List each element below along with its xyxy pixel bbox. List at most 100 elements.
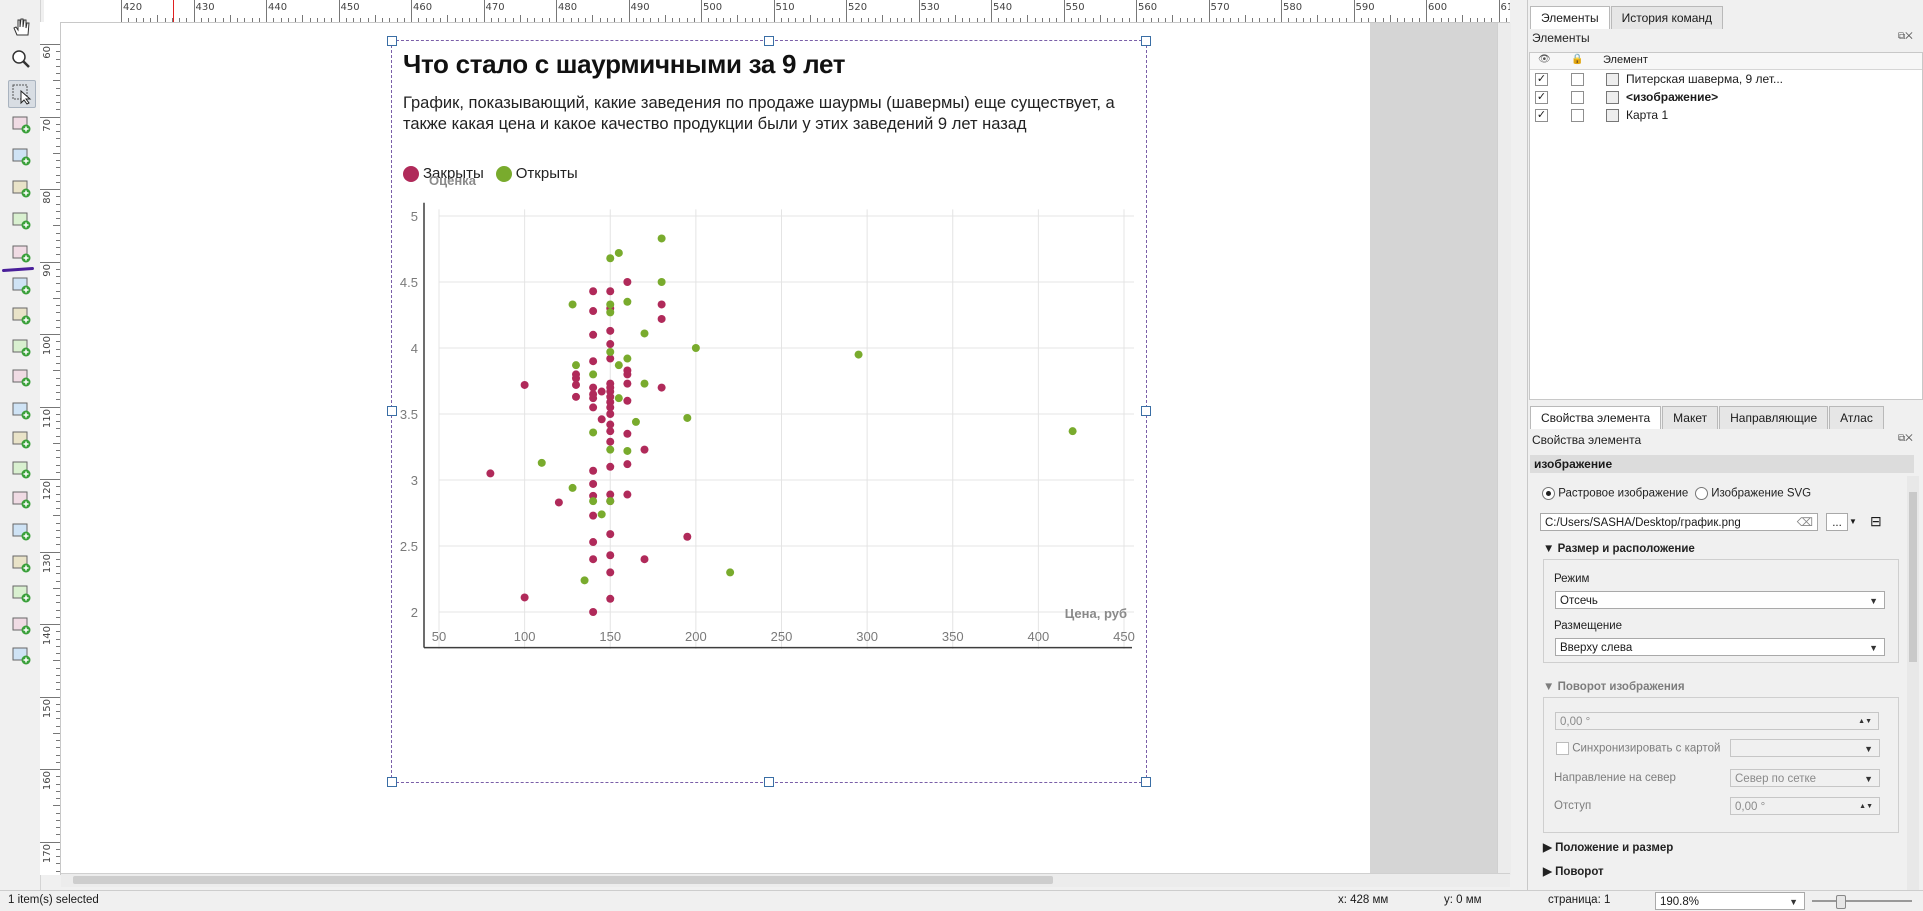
add-3d-map-icon[interactable] <box>8 207 34 233</box>
north-select[interactable]: Север по сетке ▼ <box>1730 769 1880 787</box>
horizontal-scroll-thumb[interactable] <box>73 876 1053 884</box>
sync-checkbox[interactable] <box>1556 742 1569 755</box>
add-fixed-table-icon[interactable] <box>8 580 34 606</box>
sync-map-select[interactable]: ▼ <box>1730 739 1880 757</box>
resize-handle[interactable] <box>764 777 774 787</box>
mode-select[interactable]: Отсечь ▼ <box>1555 591 1885 609</box>
move-content-icon[interactable] <box>8 111 34 137</box>
vertical-ruler[interactable]: 60 70 80 90 100 110 120 130 140 150 160 170 <box>40 22 61 875</box>
point-open <box>606 445 615 454</box>
ruler-tick <box>1273 18 1275 22</box>
rotate-group-header[interactable]: ▶ Поворот <box>1543 864 1604 878</box>
resize-handle[interactable] <box>1141 36 1151 46</box>
items-list-row[interactable]: ✓ <изображение> <box>1530 88 1922 106</box>
ruler-tick <box>788 18 789 22</box>
vertical-scrollbar[interactable] <box>1497 23 1511 875</box>
ruler-label: 490 <box>630 2 650 13</box>
horizontal-scrollbar[interactable] <box>61 873 1510 887</box>
browse-button[interactable]: ... <box>1826 513 1848 531</box>
size-group-header[interactable]: ▼ Размер и расположение <box>1543 543 1695 555</box>
add-north-arrow-icon[interactable] <box>8 364 34 390</box>
file-path-input[interactable]: C:/Users/SASHA/Desktop/график.png ⌫ <box>1540 513 1818 531</box>
resize-handle[interactable] <box>1141 406 1151 416</box>
resize-handle[interactable] <box>764 36 774 46</box>
point-open <box>568 483 577 492</box>
add-html-icon[interactable] <box>8 518 34 544</box>
svg-radio[interactable] <box>1695 487 1708 500</box>
resize-handle[interactable] <box>387 406 397 416</box>
data-defined-icon[interactable]: ⊟ <box>1870 513 1882 530</box>
placement-select[interactable]: Вверху слева ▼ <box>1555 638 1885 656</box>
add-legend-icon[interactable] <box>8 302 34 328</box>
zoom-slider[interactable] <box>1812 895 1912 909</box>
point-closed <box>589 287 598 296</box>
ruler-tick <box>56 529 60 531</box>
resize-handle[interactable] <box>387 36 397 46</box>
x-tick-label: 300 <box>856 629 878 644</box>
ruler-tick <box>1208 0 1210 22</box>
tab-layout[interactable]: Макет <box>1662 406 1719 429</box>
props-dock-buttons[interactable]: ⧉✕ <box>1898 433 1913 444</box>
ruler-tick <box>157 15 159 22</box>
lock-checkbox[interactable] <box>1571 73 1584 86</box>
raster-radio[interactable] <box>1542 487 1555 500</box>
resize-handle[interactable] <box>1141 777 1151 787</box>
offset-spinbox[interactable]: 0,00 ° ▲▼ <box>1730 797 1880 815</box>
add-elevation-profile-icon[interactable] <box>8 612 34 638</box>
tab-command-history[interactable]: История команд <box>1610 6 1724 29</box>
resize-handle[interactable] <box>387 777 397 787</box>
rotation-group-header[interactable]: ▼ Поворот изображения <box>1543 681 1685 693</box>
zoom-select[interactable]: 190.8% ▼ <box>1655 892 1805 910</box>
edit-nodes-icon[interactable] <box>8 143 34 169</box>
point-closed <box>623 429 632 438</box>
tab-atlas[interactable]: Атлас <box>1829 406 1884 429</box>
ruler-tick <box>1020 18 1021 22</box>
pan-icon[interactable] <box>8 14 34 40</box>
select-icon[interactable] <box>8 80 36 108</box>
lock-checkbox[interactable] <box>1571 91 1584 104</box>
ruler-tick <box>56 58 60 60</box>
file-path-text: C:/Users/SASHA/Desktop/график.png <box>1545 517 1741 529</box>
ruler-tick <box>1070 18 1072 22</box>
add-polygon-icon[interactable] <box>8 486 34 512</box>
add-label-icon[interactable] <box>8 272 34 298</box>
ruler-label: 580 <box>1283 2 1303 13</box>
ruler-tick <box>56 819 60 821</box>
position-group-header[interactable]: ▶ Положение и размер <box>1543 840 1673 854</box>
visibility-checkbox[interactable]: ✓ <box>1535 91 1548 104</box>
ruler-tick <box>1426 0 1427 22</box>
ruler-tick <box>56 428 60 430</box>
rotation-spinbox[interactable]: 0,00 ° ▲▼ <box>1555 712 1879 730</box>
add-chart-icon[interactable] <box>8 642 34 668</box>
add-picture-icon[interactable] <box>8 240 34 266</box>
sync-row[interactable]: Синхронизировать с картой <box>1556 742 1720 755</box>
clear-icon[interactable]: ⌫ <box>1797 514 1813 532</box>
add-map-icon[interactable] <box>8 175 34 201</box>
raster-radio-row[interactable]: Растровое изображение <box>1542 487 1688 500</box>
tab-items[interactable]: Элементы <box>1530 6 1610 29</box>
picture-item[interactable]: Что стало с шаурмичными за 9 лет График,… <box>387 36 1151 787</box>
dock-buttons[interactable]: ⧉✕ <box>1898 31 1913 42</box>
visibility-checkbox[interactable]: ✓ <box>1535 109 1548 122</box>
lock-checkbox[interactable] <box>1571 109 1584 122</box>
properties-scroll-thumb[interactable] <box>1909 492 1917 662</box>
add-shape-icon[interactable] <box>8 397 34 423</box>
svg-label: Изображение SVG <box>1711 487 1812 500</box>
add-scalebar-icon[interactable] <box>8 334 34 360</box>
add-marker-icon[interactable] <box>8 426 34 452</box>
items-list[interactable]: 👁 🔒 Элемент ✓ Питерская шаверма, 9 лет...… <box>1529 52 1923 400</box>
visibility-checkbox[interactable]: ✓ <box>1535 73 1548 86</box>
svg-radio-row[interactable]: Изображение SVG <box>1695 487 1811 500</box>
items-list-row[interactable]: ✓ Карта 1 <box>1530 106 1922 124</box>
items-list-row[interactable]: ✓ Питерская шаверма, 9 лет... <box>1530 70 1922 88</box>
add-polyline-icon[interactable] <box>8 456 34 482</box>
tab-guides[interactable]: Направляющие <box>1719 406 1829 429</box>
x-tick-label: 200 <box>685 629 707 644</box>
properties-scrollbar[interactable] <box>1907 476 1919 890</box>
horizontal-ruler[interactable]: 420 430 440 450 460 470 480 490 500 510 520 530 540 5… <box>44 0 1510 23</box>
browse-dropdown-icon[interactable]: ▼ <box>1849 513 1859 531</box>
tab-item-properties[interactable]: Свойства элемента <box>1530 406 1662 429</box>
zoom-icon[interactable] <box>8 46 34 72</box>
add-attribute-table-icon[interactable] <box>8 550 34 576</box>
zoom-slider-handle[interactable] <box>1836 895 1846 909</box>
